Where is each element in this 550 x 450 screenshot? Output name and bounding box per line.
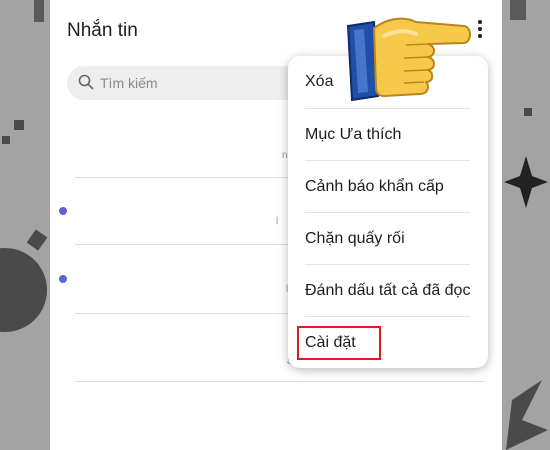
bomb-illustration [0, 0, 48, 332]
pointing-hand-icon [346, 17, 471, 102]
unread-indicator [59, 207, 67, 215]
menu-item-favorites[interactable]: Mục Ưa thích [305, 109, 471, 161]
search-icon [78, 74, 94, 90]
menu-item-block-spam[interactable]: Chặn quấy rối [305, 213, 471, 265]
background-left [0, 0, 50, 450]
menu-item-mark-all-read[interactable]: Đánh dấu tất cả đã đọc [305, 265, 471, 317]
sparkle-illustration [504, 0, 548, 450]
unread-indicator [59, 275, 67, 283]
conversation-peek-text: n [282, 150, 288, 161]
divider [75, 381, 485, 382]
more-options-icon[interactable] [474, 20, 486, 44]
conversation-peek-text: l [276, 216, 279, 227]
page-title: Nhắn tin [67, 20, 138, 41]
background-right [502, 0, 550, 450]
menu-item-emergency-alerts[interactable]: Cảnh báo khẩn cấp [305, 161, 471, 213]
settings-highlight-box [297, 326, 381, 360]
